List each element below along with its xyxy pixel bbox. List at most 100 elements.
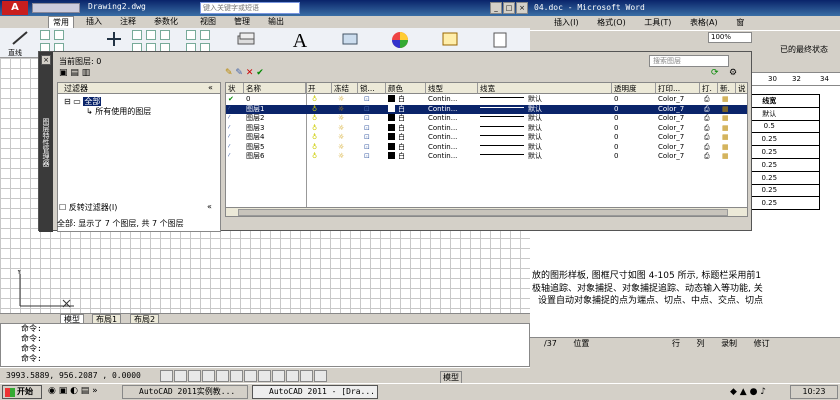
circle-icon[interactable] <box>54 30 64 40</box>
settings-icon[interactable]: ⚙ <box>729 68 737 78</box>
column-color[interactable]: 颜色 <box>386 83 426 94</box>
printer-icon[interactable]: ⎙ <box>704 114 716 124</box>
layer-row[interactable]: ⁄ 图层3 ♁ ☼ ⊡ 白 Contin... 默认 0 Color_7 ⎙ ▦ <box>226 123 747 134</box>
taskbar-item-autocad[interactable]: AutoCAD 2011 - [Dra... <box>252 385 378 399</box>
layer-row[interactable]: ⁄ 图层4 ♁ ☼ ⊡ 白 Contin... 默认 0 Color_7 ⎙ ▦ <box>226 133 747 143</box>
layer-status-icon[interactable]: ✔ <box>228 95 242 105</box>
lock-icon[interactable]: ⊡ <box>364 105 376 115</box>
layer-status-icon[interactable]: ⁄ <box>228 105 242 115</box>
tab-home[interactable]: 常用 <box>48 16 74 28</box>
refresh-icon[interactable]: ⟳ <box>711 68 719 78</box>
maximize-icon[interactable]: □ <box>503 2 515 14</box>
new-layer-vp-icon[interactable]: ✎ <box>235 68 243 78</box>
ortho-toggle[interactable] <box>188 370 201 382</box>
layer-row[interactable]: ⁄ 图层5 ♁ ☼ ⊡ 白 Contin... 默认 0 Color_7 ⎙ ▦ <box>226 142 747 153</box>
sun-icon[interactable]: ☼ <box>338 143 350 153</box>
lock-icon[interactable]: ⊡ <box>364 152 376 162</box>
explode-icon[interactable] <box>200 30 210 40</box>
close-icon[interactable]: × <box>516 2 528 14</box>
lock-icon[interactable]: ⊡ <box>364 114 376 124</box>
menu-window[interactable]: 窗 <box>736 18 744 27</box>
tab-manage[interactable]: 管理 <box>230 16 254 28</box>
column-linetype[interactable]: 线型 <box>426 83 478 94</box>
new-layer-icon[interactable]: ✎ <box>225 68 233 78</box>
new-filter-icons[interactable]: ▣ ▤ ▥ <box>59 68 90 78</box>
printer-icon[interactable]: ⎙ <box>704 143 716 153</box>
lwt-toggle[interactable] <box>272 370 285 382</box>
column-lock[interactable]: 锁... <box>358 83 386 94</box>
column-name[interactable]: 名称 <box>244 83 306 94</box>
tab-view[interactable]: 视图 <box>196 16 220 28</box>
tab-output[interactable]: 输出 <box>264 16 288 28</box>
fillet-icon[interactable] <box>160 30 170 40</box>
sun-icon[interactable]: ☼ <box>338 152 350 162</box>
dyn-toggle[interactable] <box>258 370 271 382</box>
move-button[interactable] <box>100 29 128 51</box>
zoom-combo[interactable]: 100% <box>708 32 752 43</box>
polar-toggle[interactable] <box>202 370 215 382</box>
quick-access-toolbar[interactable] <box>32 3 80 13</box>
sun-icon[interactable]: ☼ <box>338 105 350 115</box>
menu-tools[interactable]: 工具(T) <box>644 18 671 27</box>
new-vp-freeze-icon[interactable]: ▦ <box>722 114 734 124</box>
tab-parametric[interactable]: 参数化 <box>150 16 182 28</box>
new-vp-freeze-icon[interactable]: ▦ <box>722 133 734 143</box>
tpy-toggle[interactable] <box>286 370 299 382</box>
printer-icon[interactable]: ⎙ <box>704 133 716 143</box>
printer-icon[interactable]: ⎙ <box>704 124 716 134</box>
status-trk[interactable]: 修订 <box>754 339 770 348</box>
copy-icon[interactable] <box>132 30 142 40</box>
lock-icon[interactable]: ⊡ <box>364 133 376 143</box>
grid-toggle[interactable] <box>174 370 187 382</box>
new-vp-freeze-icon[interactable]: ▦ <box>722 152 734 162</box>
tab-insert[interactable]: 插入 <box>82 16 106 28</box>
column-freeze[interactable]: 冻结 <box>332 83 358 94</box>
bulb-icon[interactable]: ♁ <box>312 152 324 162</box>
acad-search-input[interactable]: 键入关键字或短语 <box>200 2 300 14</box>
new-vp-freeze-icon[interactable]: ▦ <box>722 105 734 115</box>
layer-status-icon[interactable]: ⁄ <box>228 114 242 124</box>
color-button[interactable] <box>386 29 414 51</box>
new-vp-freeze-icon[interactable]: ▦ <box>722 143 734 153</box>
layer-status-icon[interactable]: ⁄ <box>228 124 242 134</box>
utilities-button[interactable] <box>436 29 464 51</box>
qp-toggle[interactable] <box>300 370 313 382</box>
column-transparency[interactable]: 透明度 <box>612 83 656 94</box>
snap-toggle[interactable] <box>160 370 173 382</box>
bulb-icon[interactable]: ♁ <box>312 114 324 124</box>
layer-row[interactable]: ⁄ 图层2 ♁ ☼ ⊡ 白 Contin... 默认 0 Color_7 ⎙ ▦ <box>226 114 747 124</box>
bulb-icon[interactable]: ♁ <box>312 133 324 143</box>
text-button[interactable]: A <box>286 29 314 52</box>
layer-properties-button[interactable] <box>232 29 260 51</box>
autocad-logo-icon[interactable]: A <box>2 1 28 15</box>
printer-icon[interactable]: ⎙ <box>704 105 716 115</box>
layer-status-icon[interactable]: ⁄ <box>228 143 242 153</box>
menu-insert[interactable]: 插入(I) <box>554 18 579 27</box>
quick-launch-icons[interactable]: ◉ ▣ ◐ ▤ » <box>48 386 118 396</box>
status-rec[interactable]: 录制 <box>721 339 737 348</box>
column-plotstyle[interactable]: 打印... <box>656 83 700 94</box>
osnap-toggle[interactable] <box>216 370 229 382</box>
sun-icon[interactable]: ☼ <box>338 133 350 143</box>
new-vp-freeze-icon[interactable]: ▦ <box>722 124 734 134</box>
column-status[interactable]: 状 <box>226 83 244 94</box>
printer-icon[interactable]: ⎙ <box>704 95 716 105</box>
invert-filter-checkbox[interactable]: ☐ 反转过滤器(I) <box>59 202 117 213</box>
start-button[interactable]: 开始 <box>2 385 42 399</box>
sun-icon[interactable]: ☼ <box>338 114 350 124</box>
lock-icon[interactable]: ⊡ <box>364 124 376 134</box>
layer-row[interactable]: ✔ 0 ♁ ☼ ⊡ 白 Contin... 默认 0 Color_7 ⎙ ▦ <box>226 95 747 105</box>
menu-table[interactable]: 表格(A) <box>690 18 718 27</box>
sun-icon[interactable]: ☼ <box>338 95 350 105</box>
taskbar-item-book[interactable]: AutoCAD 2011实例教... <box>122 385 248 399</box>
bulb-icon[interactable]: ♁ <box>312 105 324 115</box>
insert-block-button[interactable] <box>336 29 364 51</box>
layer-status-icon[interactable]: ⁄ <box>228 133 242 143</box>
sc-toggle[interactable] <box>314 370 327 382</box>
scrollbar-thumb[interactable] <box>238 209 728 216</box>
layer-row[interactable]: ⁄ 图层1 ♁ ☼ ⊡ 白 Contin... 默认 0 Color_7 ⎙ ▦ <box>226 104 747 115</box>
lock-icon[interactable]: ⊡ <box>364 95 376 105</box>
menu-format[interactable]: 格式(O) <box>597 18 626 27</box>
column-newvp[interactable]: 新. <box>718 83 736 94</box>
ducs-toggle[interactable] <box>244 370 257 382</box>
